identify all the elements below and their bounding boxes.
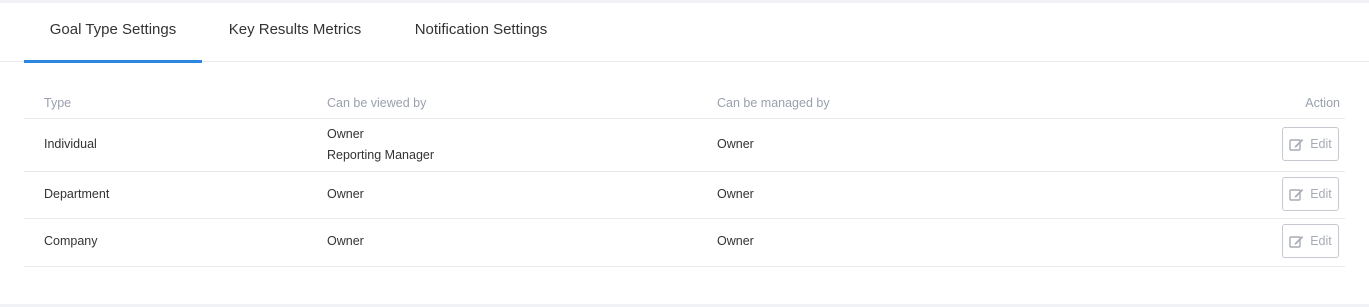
tab-goal-type-settings[interactable]: Goal Type Settings [24,3,202,63]
goal-type-table: Type Can be viewed by Can be managed by … [24,89,1345,267]
edit-label: Edit [1310,234,1332,248]
tab-bar: Goal Type Settings Key Results Metrics N… [0,3,1369,63]
viewer-role: Owner [327,187,364,201]
viewer-role: Owner [327,234,364,248]
managed-by-cell: Owner [717,234,754,248]
type-cell: Individual [44,137,97,151]
edit-label: Edit [1310,137,1332,151]
header-type: Type [44,96,72,110]
type-cell: Company [44,234,98,248]
table-row: Company Owner Owner Edit [24,219,1345,267]
edit-label: Edit [1310,187,1332,201]
edit-icon [1289,188,1304,201]
viewed-by-cell: Owner [327,234,364,248]
edit-icon [1289,235,1304,248]
viewer-role: Reporting Manager [327,148,435,162]
header-managed-by: Can be managed by [717,96,830,110]
tab-notification-settings[interactable]: Notification Settings [394,3,568,62]
header-viewed-by: Can be viewed by [327,96,427,110]
viewer-role: Owner [327,127,364,141]
table-row: Department Owner Owner Edit [24,172,1345,219]
edit-button[interactable]: Edit [1282,177,1339,211]
type-cell: Department [44,187,110,201]
managed-by-cell: Owner [717,137,754,151]
edit-button[interactable]: Edit [1282,127,1339,161]
goal-settings-panel: Goal Type Settings Key Results Metrics N… [0,3,1369,304]
header-action: Action [1305,96,1340,110]
table-header: Type Can be viewed by Can be managed by … [24,89,1345,119]
viewed-by-cell: Owner [327,187,364,201]
tab-key-results-metrics[interactable]: Key Results Metrics [210,3,380,62]
table-row: Individual Owner Reporting Manager Owner… [24,119,1345,172]
edit-icon [1289,138,1304,151]
edit-button[interactable]: Edit [1282,224,1339,258]
viewed-by-cell: Owner Reporting Manager [327,124,434,166]
managed-by-cell: Owner [717,187,754,201]
